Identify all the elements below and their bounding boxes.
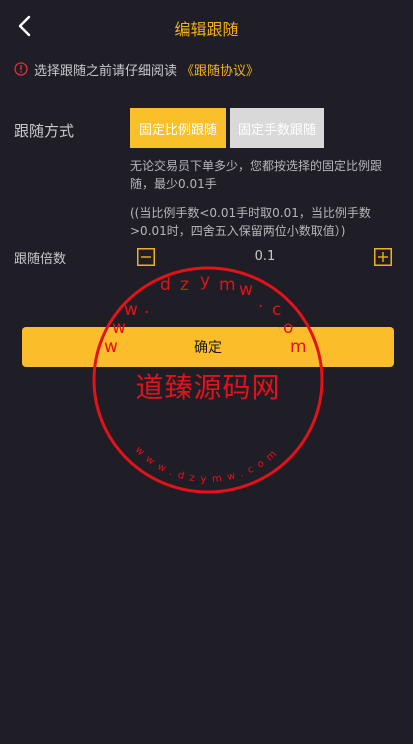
agreement-link[interactable]: 《跟随协议》 bbox=[181, 60, 259, 79]
mode-description: 无论交易员下单多少，您都按选择的固定比例跟随，最少0.01手 bbox=[130, 159, 383, 191]
stamp-bottom-text: www.dzymw.com bbox=[133, 445, 283, 486]
page-title: 编辑跟随 bbox=[174, 20, 239, 39]
follow-mode-label: 跟随方式 bbox=[14, 122, 75, 140]
stamp-letter: d bbox=[160, 275, 171, 295]
multiplier-value[interactable]: 0.1 bbox=[160, 249, 370, 264]
fixed-lots-button[interactable]: 固定手数跟随 bbox=[230, 108, 324, 148]
stamp-letter: z bbox=[180, 275, 189, 295]
stamp-letter: y bbox=[200, 271, 211, 291]
svg-text:www.dzymw.com: www.dzymw.com bbox=[133, 445, 283, 486]
watermark-stamp: w w w . d z y m w . c o m 道臻源码网 www.dzym… bbox=[90, 264, 326, 496]
stamp-letter: w bbox=[124, 300, 138, 320]
warning-circle-icon bbox=[14, 62, 28, 76]
stamp-ring bbox=[92, 266, 324, 494]
stamp-letter: . bbox=[258, 292, 264, 312]
confirm-button[interactable]: 确定 bbox=[22, 327, 394, 367]
notice-text: 选择跟随之前请仔细阅读 bbox=[34, 63, 178, 79]
header: 编辑跟随 bbox=[0, 0, 413, 52]
minus-icon[interactable] bbox=[137, 248, 155, 266]
watermark-title: 道臻源码网 bbox=[135, 371, 281, 404]
stamp-letter: . bbox=[144, 298, 150, 318]
stamp-letter: w bbox=[239, 280, 253, 300]
plus-icon[interactable] bbox=[374, 248, 392, 266]
notice-bar: 选择跟随之前请仔细阅读 《跟随协议》 bbox=[14, 60, 259, 79]
multiplier-label: 跟随倍数 bbox=[14, 252, 67, 267]
fixed-ratio-button[interactable]: 固定比例跟随 bbox=[130, 108, 226, 148]
stamp-letter: m bbox=[219, 275, 236, 295]
mode-note: ((当比例手数<0.01手时取0.01，当比例手数>0.01时，四舍五入保留两位… bbox=[130, 206, 371, 238]
stamp-letter: c bbox=[272, 300, 282, 320]
